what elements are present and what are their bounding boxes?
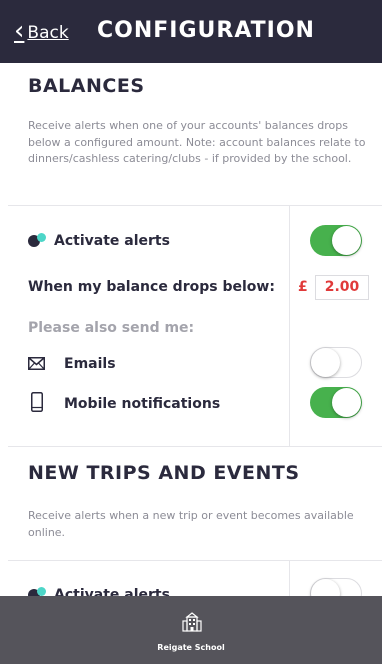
balance-alerts-toggle[interactable]: [310, 225, 362, 256]
back-label: Back: [27, 23, 69, 43]
divider: [8, 446, 382, 447]
balance-amount-input[interactable]: 2.00: [315, 275, 369, 300]
emails-toggle[interactable]: [310, 347, 362, 378]
currency-symbol: £: [298, 279, 308, 295]
divider: [289, 561, 290, 601]
school-building-icon: [182, 612, 202, 632]
trips-section-title: NEW TRIPS AND EVENTS: [28, 462, 300, 484]
mobile-notifications-label: Mobile notifications: [64, 396, 221, 412]
mobile-phone-icon: [31, 392, 43, 412]
trips-description: Receive alerts when a new trip or event …: [28, 509, 354, 539]
emails-label: Emails: [64, 356, 116, 372]
balances-section-title: BALANCES: [28, 75, 145, 97]
alert-dots-icon: [28, 233, 50, 247]
bottom-tab-bar: Reigate School: [0, 596, 382, 664]
activate-alerts-label: Activate alerts: [54, 233, 170, 249]
also-send-label: Please also send me:: [28, 320, 195, 336]
divider: [8, 560, 382, 561]
balances-description: Receive alerts when one of your accounts…: [28, 119, 366, 165]
back-button[interactable]: ‹ Back: [14, 16, 69, 46]
divider: [289, 206, 290, 446]
page-title: CONFIGURATION: [97, 18, 315, 43]
balance-threshold-label: When my balance drops below:: [28, 279, 275, 295]
envelope-icon: [28, 357, 45, 370]
top-nav-bar: ‹ Back CONFIGURATION: [0, 0, 382, 63]
divider: [8, 205, 382, 206]
school-name: Reigate School: [157, 643, 225, 652]
chevron-left-icon: ‹: [14, 16, 25, 46]
mobile-notifications-toggle[interactable]: [310, 387, 362, 418]
